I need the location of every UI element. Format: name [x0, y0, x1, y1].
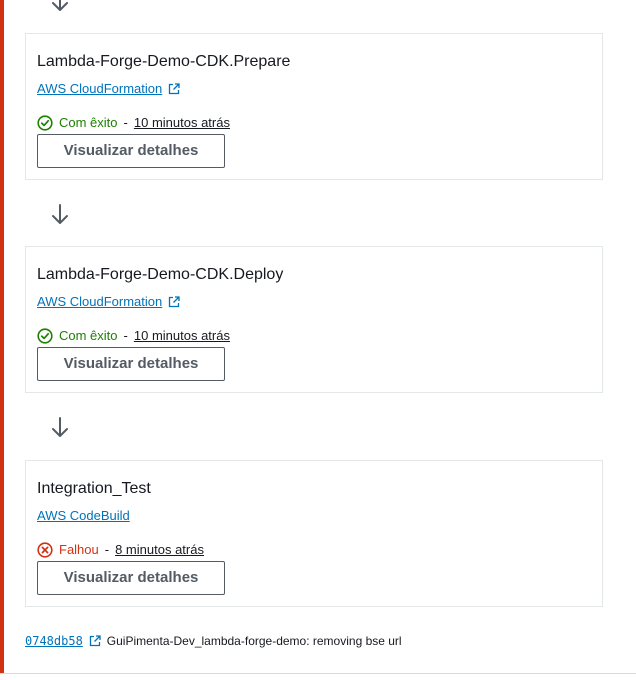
timestamp-link[interactable]: 8 minutos atrás [115, 541, 204, 559]
action-card: Lambda-Forge-Demo-CDK.Prepare AWS CloudF… [25, 33, 603, 180]
separator: - [104, 542, 110, 557]
arrow-down-icon [49, 203, 71, 227]
arrow-down-icon [49, 0, 71, 14]
action-name: Integration_Test [37, 480, 151, 497]
separator: - [123, 328, 128, 343]
action-name: Lambda-Forge-Demo-CDK.Prepare [37, 53, 291, 70]
separator: - [123, 115, 128, 130]
arrow-down-icon [49, 416, 71, 440]
external-link-icon[interactable] [89, 635, 101, 647]
external-link-icon [169, 83, 180, 95]
x-circle-icon [37, 542, 53, 558]
provider-label: AWS CloudFormation [37, 81, 163, 96]
view-details-button[interactable]: Visualizar detalhes [37, 347, 225, 381]
timestamp-link[interactable]: 10 minutos atrás [134, 114, 230, 132]
action-status: Com êxito - 10 minutos atrás [37, 327, 230, 345]
commit-message: GuiPimenta-Dev_lambda-forge-demo: removi… [106, 634, 402, 648]
action-card: Lambda-Forge-Demo-CDK.Deploy AWS CloudFo… [25, 246, 603, 393]
source-commit: 0748db58 GuiPimenta-Dev_lambda-forge-dem… [25, 632, 402, 650]
pipeline-stage-view: Lambda-Forge-Demo-CDK.Prepare AWS CloudF… [0, 0, 636, 680]
view-details-button[interactable]: Visualizar detalhes [37, 134, 225, 168]
provider-link[interactable]: AWS CloudFormation [37, 294, 180, 310]
action-card: Integration_Test AWS CodeBuild Falhou - … [25, 460, 603, 607]
check-circle-icon [37, 328, 53, 344]
provider-link[interactable]: AWS CodeBuild [37, 508, 130, 524]
action-status: Falhou - 8 minutos atrás [37, 541, 204, 559]
provider-link[interactable]: AWS CloudFormation [37, 81, 180, 97]
external-link-icon [169, 296, 180, 308]
timestamp-link[interactable]: 10 minutos atrás [134, 327, 230, 345]
provider-label: AWS CodeBuild [37, 508, 130, 523]
provider-label: AWS CloudFormation [37, 294, 163, 309]
action-name: Lambda-Forge-Demo-CDK.Deploy [37, 266, 284, 283]
divider [0, 673, 636, 674]
status-label: Falhou [59, 542, 99, 557]
action-status: Com êxito - 10 minutos atrás [37, 114, 230, 132]
stage-failed-indicator-bar [0, 0, 4, 673]
status-label: Com êxito [59, 328, 118, 343]
status-label: Com êxito [59, 115, 118, 130]
commit-id-link[interactable]: 0748db58 [25, 634, 83, 648]
view-details-button[interactable]: Visualizar detalhes [37, 561, 225, 595]
check-circle-icon [37, 115, 53, 131]
